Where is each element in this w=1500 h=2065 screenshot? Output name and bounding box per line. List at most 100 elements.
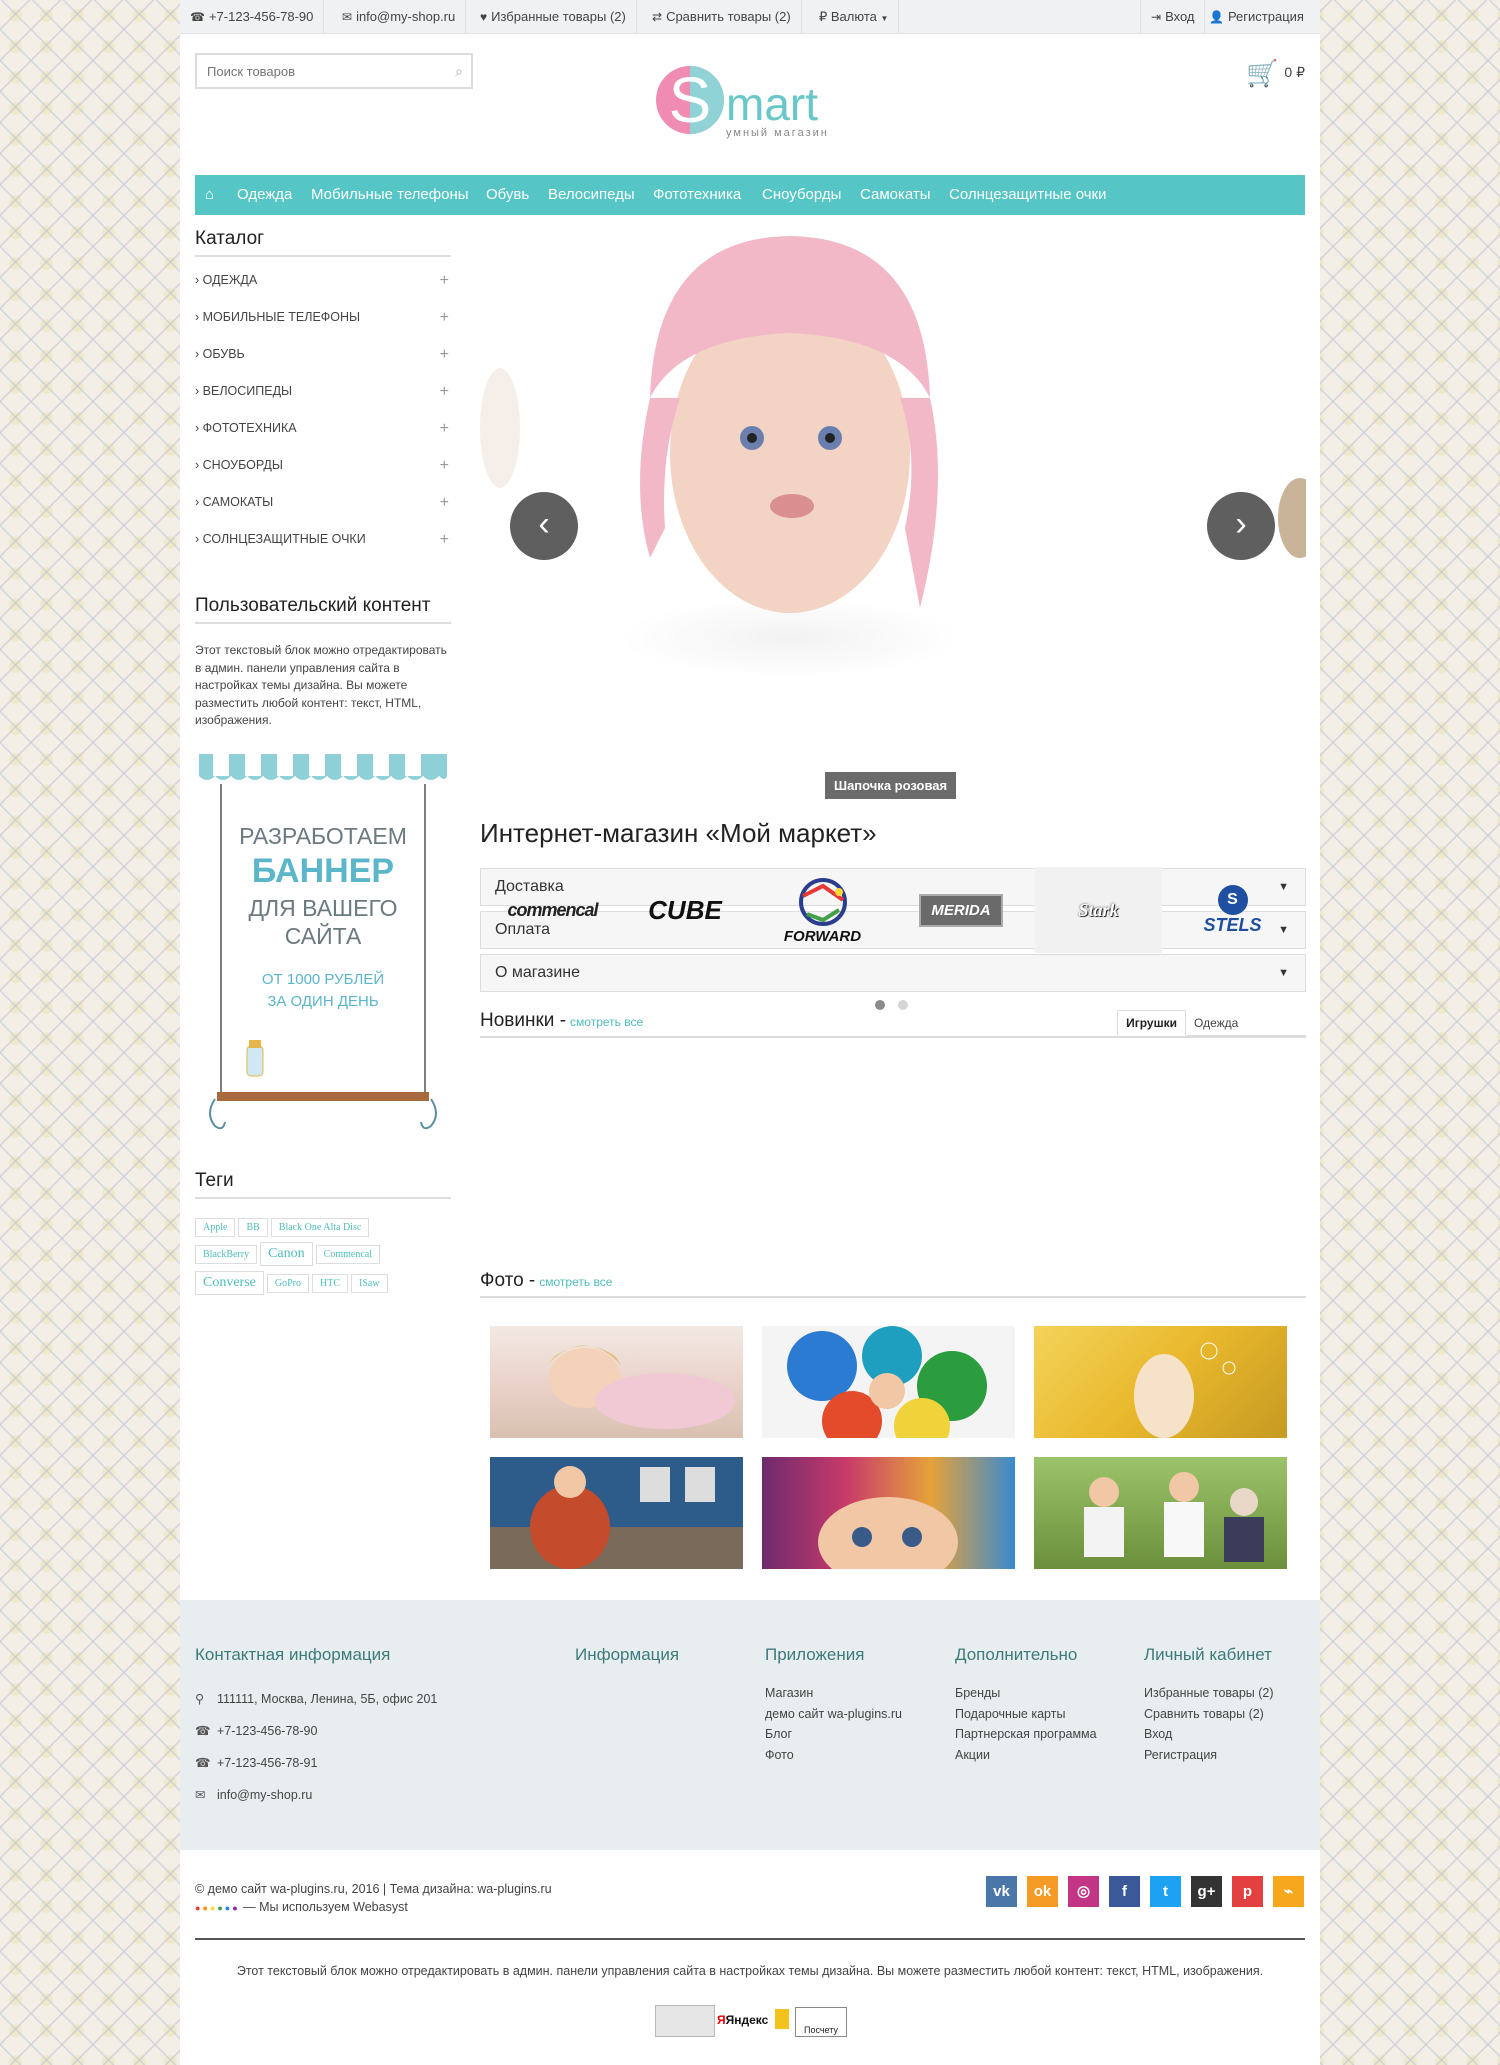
nav-item-photo[interactable]: Фототехника (653, 175, 741, 215)
nav-item-snowboards[interactable]: Сноуборды (762, 175, 841, 215)
plus-icon[interactable]: + (440, 299, 449, 336)
topbar-compare[interactable]: ⇄ Сравнить товары (2) (642, 0, 802, 34)
home-icon[interactable]: ⌂ (205, 175, 214, 215)
tag[interactable]: BB (238, 1217, 268, 1237)
tag[interactable]: BlackBerry (195, 1244, 258, 1264)
footer-account: Личный кабинет Избранные товары (2) Срав… (1144, 1645, 1274, 1765)
tag[interactable]: Converse (195, 1270, 264, 1295)
catalog-item[interactable]: › Одежда + (195, 262, 451, 299)
footer-link[interactable]: Блог (765, 1724, 902, 1745)
topbar-phone[interactable]: ☎ +7-123-456-78-90 (180, 0, 325, 34)
cart[interactable]: 🛒 0 ₽ (1246, 58, 1305, 89)
catalog-item[interactable]: › Обувь + (195, 336, 451, 373)
photo-thumbnail[interactable] (1034, 1457, 1287, 1569)
currency-dropdown[interactable]: ₽ Валюта ▼ (809, 0, 900, 34)
logo[interactable]: S mart умный магазин (650, 30, 870, 140)
photo-thumbnail[interactable] (1034, 1326, 1287, 1438)
search-input[interactable] (197, 55, 427, 87)
nav-item-scooters[interactable]: Самокаты (860, 175, 931, 215)
promo-banner[interactable]: РАЗРАБОТАЕМ БАННЕР ДЛЯ ВАШЕГО САЙТА ОТ 1… (195, 753, 451, 1144)
tag[interactable]: HTC (312, 1273, 349, 1293)
slider-prev-button[interactable]: ‹ (510, 492, 578, 560)
nav-item-shoes[interactable]: Обувь (486, 175, 529, 215)
facebook-icon[interactable]: f (1109, 1876, 1140, 1907)
plus-icon[interactable]: + (440, 447, 449, 484)
footer-link[interactable]: Подарочные карты (955, 1704, 1097, 1725)
footer-link[interactable]: Избранные товары (2) (1144, 1683, 1274, 1704)
plus-icon[interactable]: + (440, 410, 449, 447)
footer-phone[interactable]: ☎ +7-123-456-78-90 (195, 1715, 437, 1747)
footer-apps-title: Приложения (765, 1645, 865, 1664)
brand-logo-stark[interactable]: Stark (1035, 867, 1162, 953)
brand-logo-cube[interactable]: CUBE (620, 867, 750, 953)
plus-icon[interactable]: + (440, 484, 449, 521)
photo-thumbnail[interactable] (490, 1326, 743, 1438)
brand-logo-commencal[interactable]: commencal (490, 867, 615, 953)
footer-link[interactable]: Акции (955, 1745, 1097, 1766)
brand-logo-stels[interactable]: S STELS (1170, 867, 1295, 953)
photo-more-link[interactable]: смотреть все (539, 1275, 612, 1289)
topbar-favorites[interactable]: ♥ Избранные товары (2) (470, 0, 637, 34)
footer-link[interactable]: демо сайт wa-plugins.ru (765, 1704, 902, 1725)
catalog-item[interactable]: › Мобильные телефоны + (195, 299, 451, 336)
yandex-counter[interactable]: ЯЯндекс (717, 2013, 768, 2027)
slide-caption[interactable]: Шапочка розовая (825, 772, 957, 799)
instagram-icon[interactable]: ◎ (1068, 1876, 1099, 1907)
nav-item-clothes[interactable]: Одежда (237, 175, 292, 215)
footer-link[interactable]: Сравнить товары (2) (1144, 1704, 1274, 1725)
odnoklassniki-icon[interactable]: ok (1027, 1876, 1058, 1907)
tag[interactable]: Apple (195, 1217, 236, 1237)
plus-icon[interactable]: + (440, 373, 449, 410)
footer-link[interactable]: Магазин (765, 1683, 902, 1704)
twitter-icon[interactable]: t (1150, 1876, 1181, 1907)
photo-thumbnail[interactable] (490, 1457, 743, 1569)
tab-toys[interactable]: Игрушки (1117, 1010, 1186, 1035)
nav-item-phones[interactable]: Мобильные телефоны (311, 175, 469, 215)
topbar-email[interactable]: ✉ info@my-shop.ru (332, 0, 467, 34)
footer-link[interactable]: Вход (1144, 1724, 1274, 1745)
catalog-item[interactable]: › Велосипеды + (195, 373, 451, 410)
photo-thumbnail[interactable] (762, 1326, 1015, 1438)
plus-icon[interactable]: + (440, 521, 449, 558)
footer-link[interactable]: Фото (765, 1745, 902, 1766)
slider-next-button[interactable]: › (1207, 492, 1275, 560)
footer-phone[interactable]: ☎ +7-123-456-78-91 (195, 1747, 437, 1779)
catalog-item[interactable]: › Самокаты + (195, 484, 451, 521)
new-products-more-link[interactable]: смотреть все (570, 1015, 643, 1029)
carousel-dot-active[interactable] (875, 1000, 885, 1010)
footer-link[interactable]: Регистрация (1144, 1745, 1274, 1766)
brand-logo-forward[interactable]: FORWARD (760, 867, 885, 953)
posetitel-counter[interactable]: Посчету (795, 2007, 847, 2037)
rss-icon[interactable]: ⌁ (1273, 1876, 1304, 1907)
vk-icon[interactable]: vk (986, 1876, 1017, 1907)
catalog-item[interactable]: › Фототехника + (195, 410, 451, 447)
nav-item-sunglasses[interactable]: Солнцезащитные очки (949, 175, 1106, 215)
tag[interactable]: Canon (260, 1241, 313, 1266)
carousel-dot[interactable] (898, 1000, 908, 1010)
footer-contacts-title: Контактная информация (195, 1645, 391, 1664)
catalog-item[interactable]: › Сноуборды + (195, 447, 451, 484)
register-link[interactable]: 👤 Регистрация (1199, 0, 1314, 34)
catalog-list: › Одежда + › Мобильные телефоны + › Обувь +… (195, 262, 451, 558)
footer-email[interactable]: ✉ info@my-shop.ru (195, 1779, 437, 1811)
plus-icon[interactable]: + (440, 262, 449, 299)
nav-item-bikes[interactable]: Велосипеды (548, 175, 635, 215)
tag[interactable]: GoPro (266, 1273, 310, 1293)
photo-thumbnail[interactable] (762, 1457, 1015, 1569)
webasyst-credit[interactable]: ●●●●●● — Мы используем Webasyst (195, 1898, 552, 1917)
liveinternet-counter[interactable] (655, 2005, 715, 2037)
tag[interactable]: ISaw (351, 1273, 388, 1293)
plus-icon[interactable]: + (440, 336, 449, 373)
search-icon[interactable]: ⌕ (455, 63, 463, 80)
google-plus-icon[interactable]: g+ (1191, 1876, 1222, 1907)
tab-clothes[interactable]: Одежда (1186, 1011, 1306, 1036)
login-link[interactable]: ⇥ Вход (1140, 0, 1206, 34)
footer-link[interactable]: Бренды (955, 1683, 1097, 1704)
footer-link[interactable]: Партнерская программа (955, 1724, 1097, 1745)
tag[interactable]: Black One Alta Disc (270, 1217, 370, 1237)
tag[interactable]: Commencal (315, 1244, 380, 1264)
pinterest-icon[interactable]: p (1232, 1876, 1263, 1907)
catalog-item[interactable]: › Солнцезащитные очки + (195, 521, 451, 558)
accordion-about[interactable]: О магазине ▼ (480, 954, 1306, 992)
brand-logo-merida[interactable]: MERIDA (896, 867, 1026, 953)
